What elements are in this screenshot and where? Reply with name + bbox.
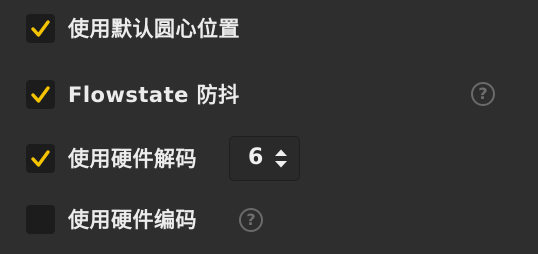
hw-decode-label: 使用硬件解码	[68, 147, 197, 171]
flowstate-checkbox[interactable]	[26, 80, 55, 109]
help-circle-icon[interactable]: ?	[471, 82, 495, 106]
use-default-center-checkbox[interactable]	[26, 14, 55, 43]
flowstate-label: Flowstate 防抖	[68, 83, 240, 107]
use-default-center-label: 使用默认圆心位置	[68, 17, 240, 41]
setting-hw-decode: 使用硬件解码 6	[0, 136, 538, 181]
check-icon	[31, 150, 50, 167]
setting-use-default-center: 使用默认圆心位置	[0, 12, 538, 52]
help-circle-icon[interactable]: ?	[239, 208, 263, 232]
stepper-value: 6	[248, 145, 264, 170]
up-down-arrows-icon[interactable]	[274, 148, 288, 170]
hw-decode-checkbox[interactable]	[26, 144, 55, 173]
hw-encode-label: 使用硬件编码	[68, 208, 197, 232]
check-icon	[31, 86, 50, 103]
hw-encode-checkbox[interactable]	[26, 205, 55, 234]
hw-decode-stepper[interactable]: 6	[229, 136, 300, 181]
check-icon	[31, 20, 50, 37]
setting-flowstate: Flowstate 防抖 ?	[0, 78, 538, 118]
setting-hw-encode: 使用硬件编码 ?	[0, 202, 538, 242]
